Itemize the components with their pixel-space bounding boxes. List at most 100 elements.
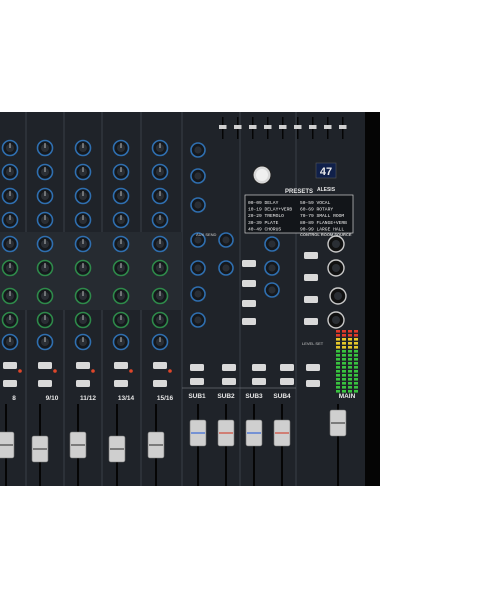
meter-led — [342, 342, 346, 345]
panel-button[interactable] — [304, 296, 318, 303]
meter-led — [342, 350, 346, 353]
geq-cap[interactable] — [279, 125, 287, 129]
channel-button[interactable] — [38, 362, 52, 369]
meter-led — [336, 382, 340, 385]
preset-item: 20-29 TREMOLO — [248, 213, 284, 219]
geq-cap[interactable] — [309, 125, 317, 129]
meter-led — [354, 378, 358, 381]
meter-led — [348, 382, 352, 385]
led-indicator — [53, 369, 57, 373]
meter-led — [342, 382, 346, 385]
geq-cap[interactable] — [294, 125, 302, 129]
main-label: MAIN — [339, 393, 356, 400]
meter-led — [342, 354, 346, 357]
meter-led — [336, 338, 340, 341]
panel-button[interactable] — [280, 378, 294, 385]
panel-button[interactable] — [222, 378, 236, 385]
channel-button[interactable] — [114, 362, 128, 369]
meter-led — [354, 338, 358, 341]
graphic-eq — [219, 117, 347, 139]
knob-cap — [268, 286, 276, 294]
panel-button[interactable] — [242, 300, 256, 307]
control-room-source-label: CONTROL ROOM SOURCE — [300, 232, 352, 237]
aux-send-label: AUX SEND — [196, 232, 217, 237]
meter-led — [348, 346, 352, 349]
meter-led — [348, 378, 352, 381]
channel-label: 15/16 — [157, 395, 174, 402]
knob-cap — [194, 172, 202, 180]
channel-label: 8 — [12, 395, 16, 402]
panel-button[interactable] — [306, 380, 320, 387]
meter-led — [342, 330, 346, 333]
preset-item: 80-89 FLANGE+VERB — [300, 220, 347, 226]
panel-button[interactable] — [252, 364, 266, 371]
meter-led — [336, 350, 340, 353]
channel-button[interactable] — [76, 362, 90, 369]
knob-cap — [194, 146, 202, 154]
preset-item: 30-39 PLATE — [248, 220, 279, 226]
channel-button[interactable] — [153, 380, 167, 387]
meter-led — [336, 378, 340, 381]
geq-cap[interactable] — [234, 125, 242, 129]
meter-led — [336, 374, 340, 377]
channel-button[interactable] — [3, 380, 17, 387]
meter-led — [354, 358, 358, 361]
meter-led — [354, 366, 358, 369]
meter-led — [354, 346, 358, 349]
meter-led — [336, 346, 340, 349]
geq-cap[interactable] — [339, 125, 347, 129]
mixer-photo: 47 ALESIS PRESETS 00-09 DELAY10-19 DELAY… — [0, 112, 380, 486]
mixer-side-edge — [365, 112, 380, 486]
meter-led — [336, 362, 340, 365]
knob-cap — [194, 236, 202, 244]
panel-button[interactable] — [242, 318, 256, 325]
led-indicator — [129, 369, 133, 373]
knob-cap — [332, 240, 340, 248]
geq-cap[interactable] — [219, 125, 227, 129]
preset-item: 00-09 DELAY — [248, 200, 279, 206]
panel-button[interactable] — [242, 260, 256, 267]
knob-cap — [334, 292, 342, 300]
meter-led — [342, 378, 346, 381]
panel-button[interactable] — [190, 378, 204, 385]
meter-led — [336, 342, 340, 345]
channel-button[interactable] — [114, 380, 128, 387]
panel-button[interactable] — [306, 364, 320, 371]
panel-button[interactable] — [304, 274, 318, 281]
meter-led — [354, 330, 358, 333]
geq-cap[interactable] — [249, 125, 257, 129]
meter-led — [354, 374, 358, 377]
geq-cap[interactable] — [264, 125, 272, 129]
fx-brand: ALESIS — [317, 187, 336, 193]
panel-button[interactable] — [190, 364, 204, 371]
meter-led — [348, 350, 352, 353]
meter-led — [354, 370, 358, 373]
meter-led — [348, 334, 352, 337]
meter-led — [336, 354, 340, 357]
meter-led — [342, 346, 346, 349]
panel-button[interactable] — [304, 318, 318, 325]
channel-button[interactable] — [153, 362, 167, 369]
channel-button[interactable] — [38, 380, 52, 387]
panel-button[interactable] — [252, 378, 266, 385]
panel-button[interactable] — [242, 280, 256, 287]
geq-cap[interactable] — [324, 125, 332, 129]
panel-button[interactable] — [222, 364, 236, 371]
meter-led — [336, 358, 340, 361]
panel-button[interactable] — [280, 364, 294, 371]
channel-label: 13/14 — [118, 395, 135, 402]
meter-led — [354, 386, 358, 389]
presets-title: PRESETS — [285, 189, 313, 195]
meter-led — [342, 386, 346, 389]
meter-led — [354, 342, 358, 345]
fx-program-knob-center — [256, 169, 268, 181]
meter-led — [336, 366, 340, 369]
meter-led — [336, 370, 340, 373]
meter-led — [336, 386, 340, 389]
knob-cap — [222, 236, 230, 244]
channel-button[interactable] — [3, 362, 17, 369]
meter-led — [354, 362, 358, 365]
channel-button[interactable] — [76, 380, 90, 387]
knob-cap — [194, 201, 202, 209]
panel-button[interactable] — [304, 252, 318, 259]
